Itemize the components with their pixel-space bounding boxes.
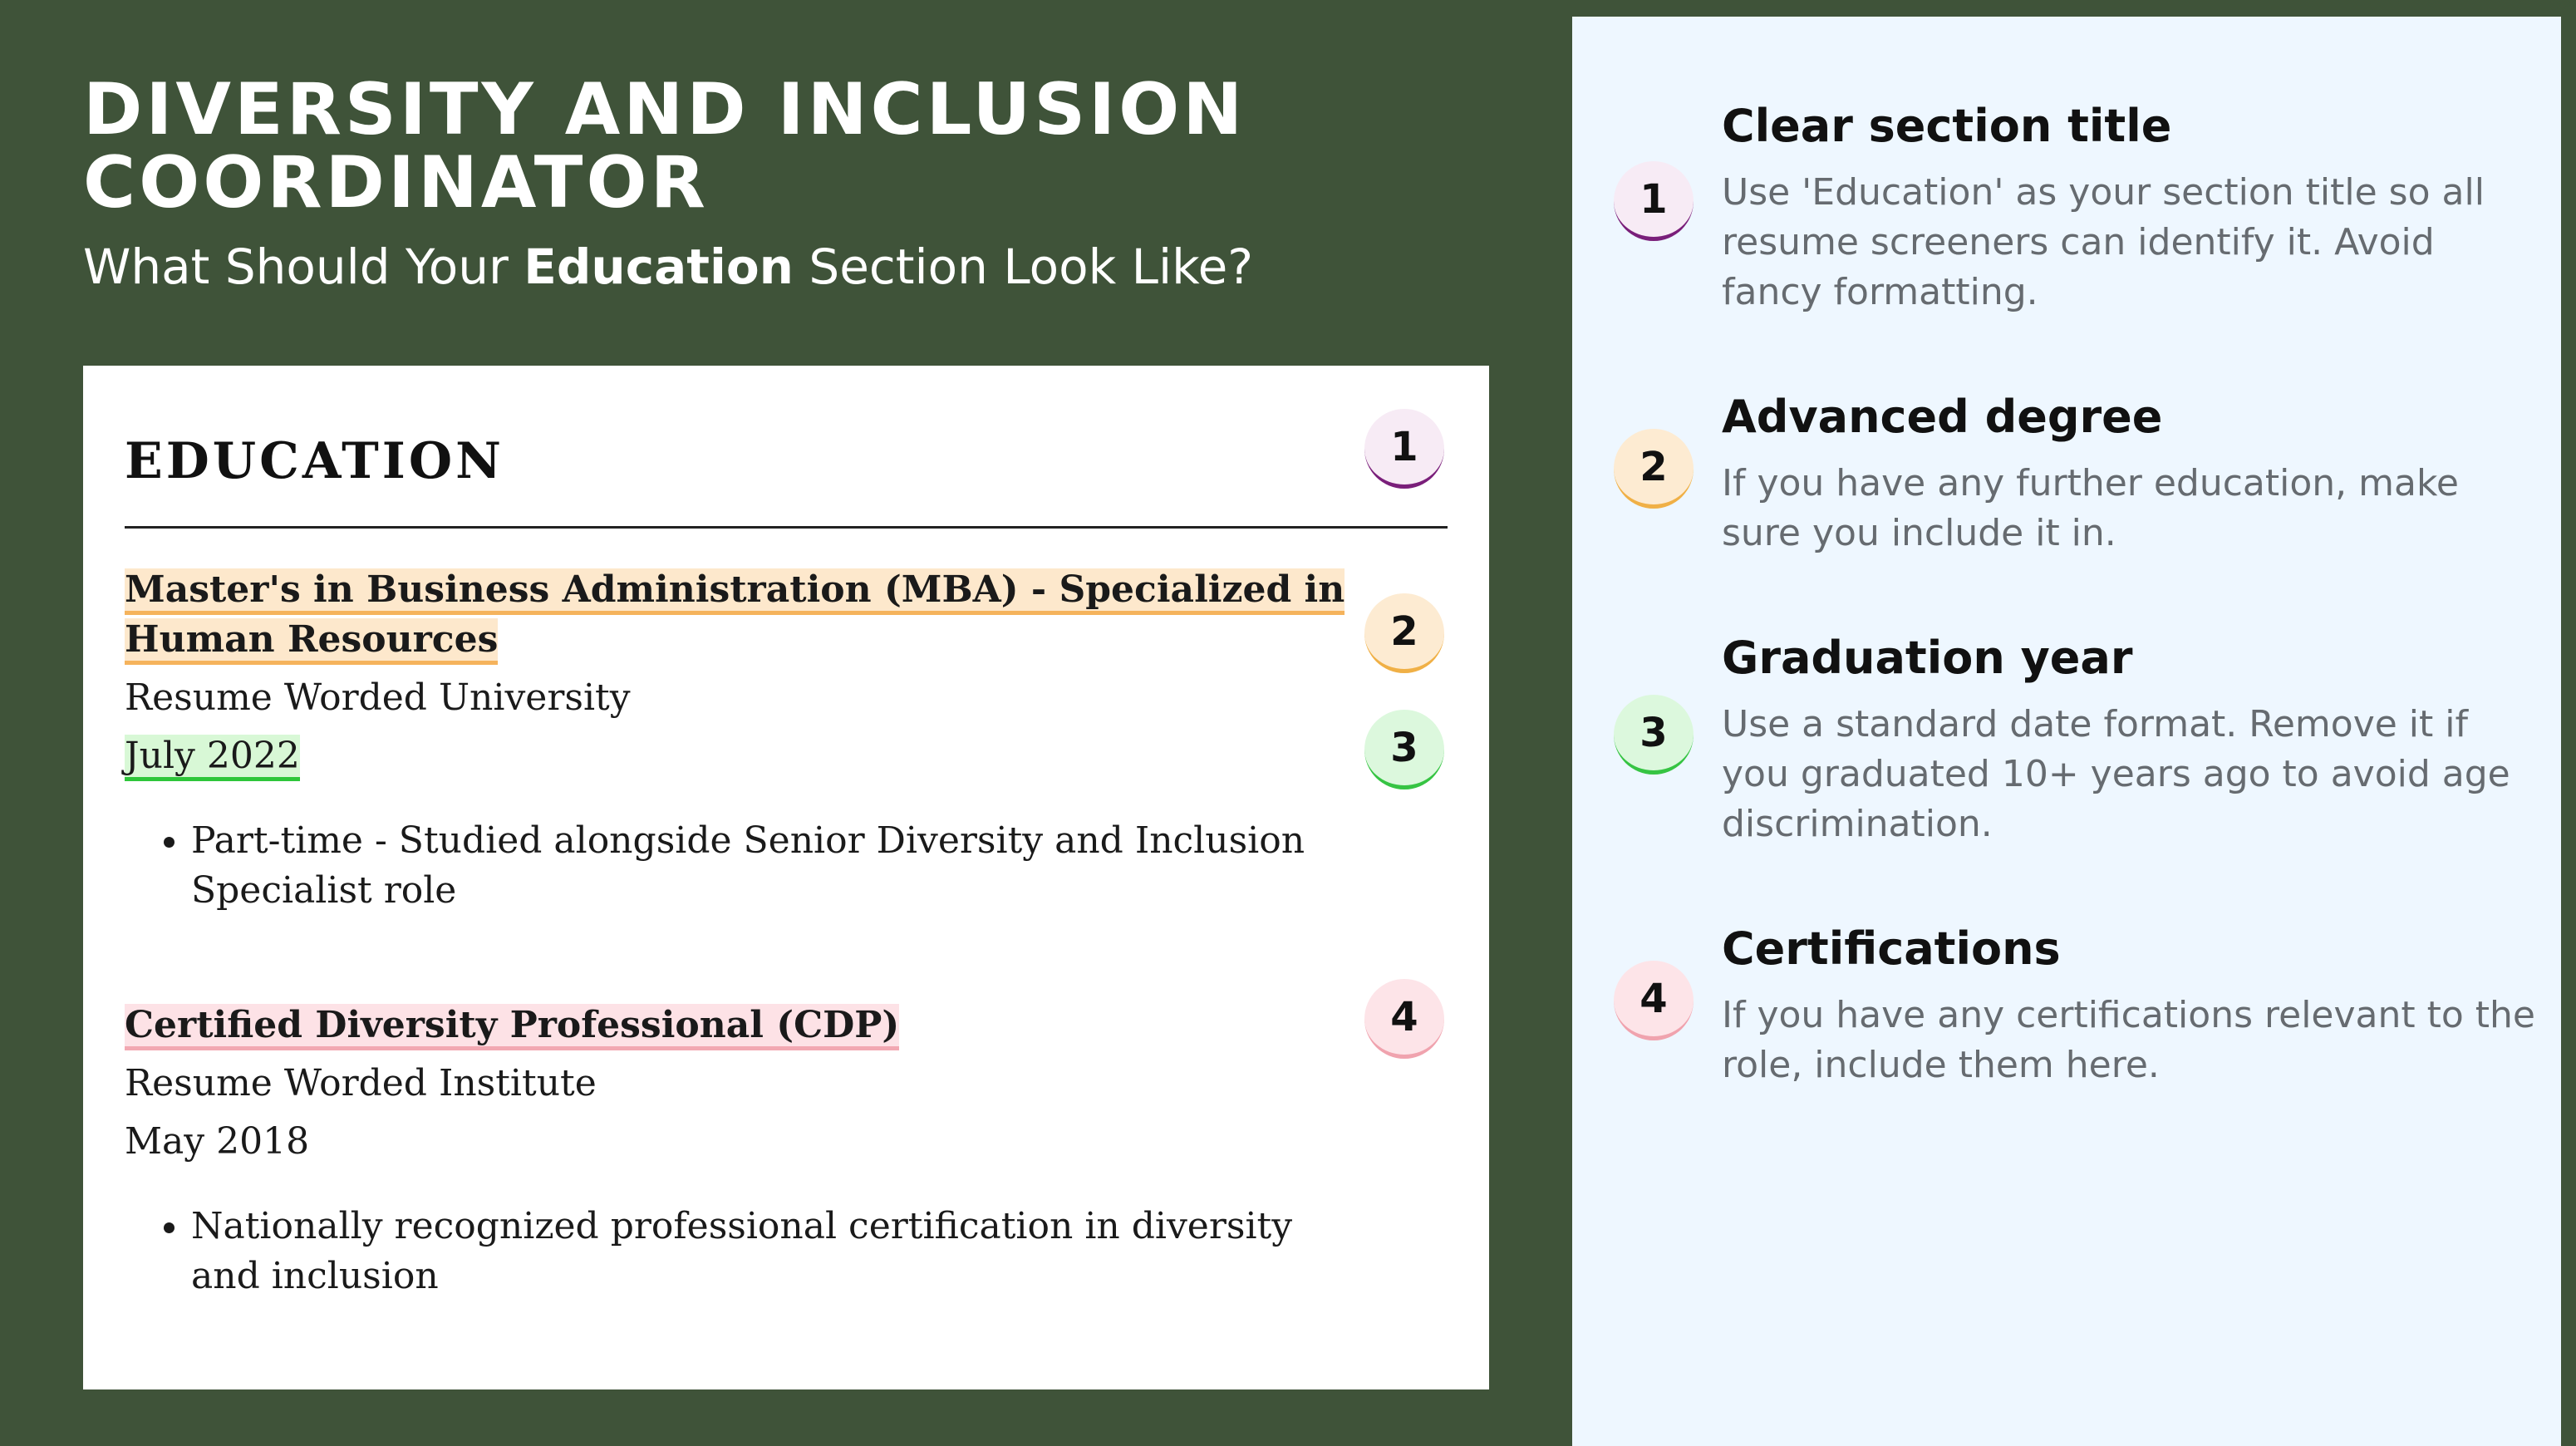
section-divider bbox=[125, 526, 1448, 529]
date-highlight: July 2022 bbox=[125, 735, 300, 781]
certification-title: Certified Diversity Professional (CDP) bbox=[125, 1001, 1421, 1050]
degree-bullet-list: Part-time - Studied alongside Senior Div… bbox=[125, 816, 1471, 916]
certification-highlight: Certified Diversity Professional (CDP) bbox=[125, 1004, 900, 1050]
resume-section-heading: EDUCATION bbox=[125, 432, 504, 490]
certification-bullet-list: Nationally recognized professional certi… bbox=[125, 1202, 1354, 1301]
subtitle-emphasis: Education bbox=[524, 239, 794, 295]
tip-4-badge-icon: 4 bbox=[1614, 961, 1694, 1040]
subtitle-suffix: Section Look Like? bbox=[793, 239, 1254, 295]
list-item: Nationally recognized professional certi… bbox=[191, 1202, 1354, 1301]
tip-1-badge-icon: 1 bbox=[1614, 161, 1694, 241]
tip-3-title: Graduation year bbox=[1722, 632, 2133, 684]
page-title: DIVERSITY AND INCLUSION COORDINATOR bbox=[83, 68, 1246, 224]
page-subtitle: What Should Your Education Section Look … bbox=[83, 238, 1253, 296]
certification-date: May 2018 bbox=[125, 1120, 310, 1163]
institution: Resume Worded University bbox=[125, 676, 631, 719]
list-item: Part-time - Studied alongside Senior Div… bbox=[191, 816, 1471, 916]
tip-3-description: Use a standard date format. Remove it if… bbox=[1722, 703, 2510, 845]
graduation-date: July 2022 bbox=[125, 731, 300, 781]
tip-1-title: Clear section title bbox=[1722, 100, 2172, 152]
degree-title: Master's in Business Administration (MBA… bbox=[125, 565, 1421, 665]
tip-4-title: Certifications bbox=[1722, 922, 2061, 975]
tip-2-description: If you have any further education, make … bbox=[1722, 462, 2459, 554]
degree-highlight: Master's in Business Administration (MBA… bbox=[125, 568, 1345, 665]
badge-2-icon: 2 bbox=[1364, 593, 1444, 673]
badge-1-icon: 1 bbox=[1364, 409, 1444, 489]
tip-2-title: Advanced degree bbox=[1722, 391, 2163, 443]
tip-2-badge-icon: 2 bbox=[1614, 429, 1694, 509]
tip-3-badge-icon: 3 bbox=[1614, 695, 1694, 775]
tips-panel: 1 Clear section title Use 'Education' as… bbox=[1572, 17, 2561, 1446]
certification-institution: Resume Worded Institute bbox=[125, 1062, 597, 1104]
subtitle-prefix: What Should Your bbox=[83, 239, 524, 295]
badge-4-icon: 4 bbox=[1364, 979, 1444, 1059]
resume-education-card: EDUCATION 1 Master's in Business Adminis… bbox=[83, 366, 1489, 1389]
tip-4-description: If you have any certifications relevant … bbox=[1722, 994, 2535, 1086]
tip-1-description: Use 'Education' as your section title so… bbox=[1722, 171, 2485, 313]
badge-3-icon: 3 bbox=[1364, 710, 1444, 789]
